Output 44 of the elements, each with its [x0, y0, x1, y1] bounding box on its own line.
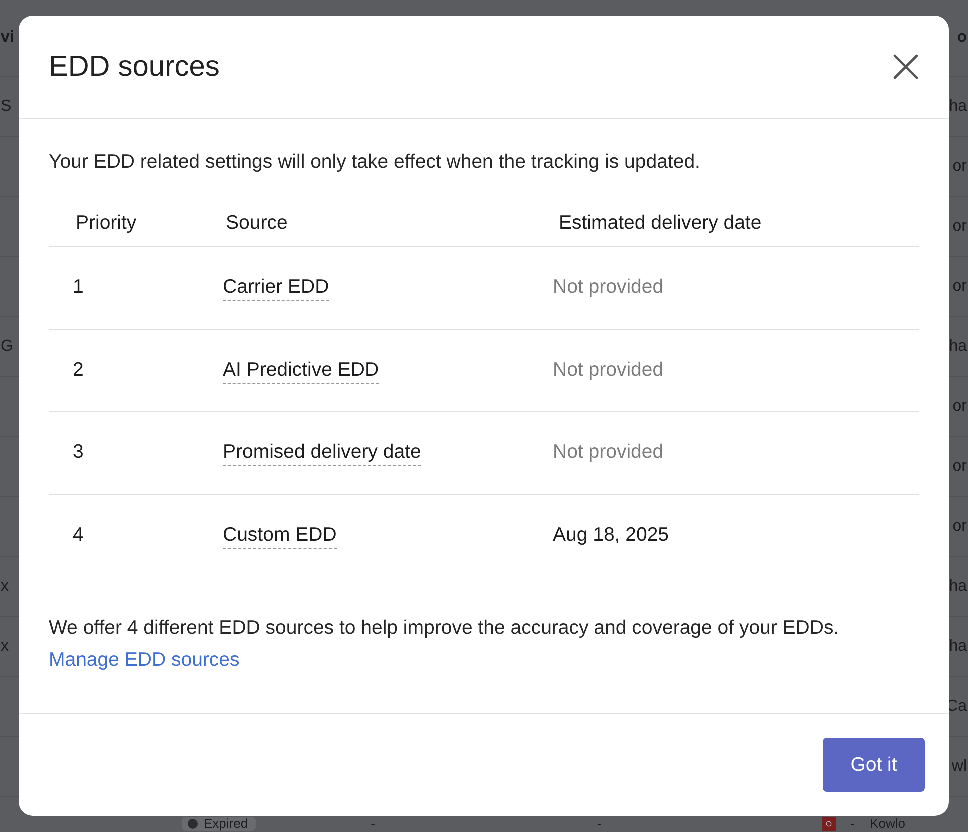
column-header: Source [225, 212, 289, 235]
priority-cell-text: 2 [72, 358, 85, 382]
column-header: Priority [75, 212, 138, 235]
column-header: o [957, 29, 968, 47]
table-cell: or [952, 518, 968, 536]
table-cell: Kowlo [870, 817, 906, 831]
table-cell: G [0, 338, 14, 356]
priority-cell-text: 1 [72, 276, 85, 300]
priority-cell-text: 3 [72, 441, 85, 464]
table-cell: x [0, 578, 9, 596]
dialog-title: EDD sources [49, 50, 220, 84]
flag-icon [822, 817, 836, 831]
table-cell: or [952, 398, 968, 416]
manage-link[interactable]: Manage EDD sources [49, 649, 240, 671]
column-header: Estimated delivery date [558, 212, 763, 235]
table-cell: or [952, 458, 968, 476]
close-button[interactable] [893, 54, 919, 80]
date-cell-text: Not provided [553, 441, 665, 464]
table-cell: - [850, 817, 856, 831]
table-cell: S [0, 98, 12, 116]
source-label: AI Predictive EDD [223, 358, 380, 384]
got-it-button[interactable]: Got it [823, 738, 925, 792]
table-cell: ha [949, 578, 968, 596]
source-label: Custom EDD [223, 524, 337, 549]
table-cell: ha [949, 638, 968, 656]
date-cell-text: Not provided [553, 358, 665, 382]
priority-cell-text: 4 [72, 524, 85, 547]
column-header: vi [0, 29, 14, 47]
description-text: We offer 4 different EDD sources to help improve the accuracy and coverage of your EDDs. Manage EDD sources [49, 616, 840, 673]
info-text: Your EDD related settings will only take effect when the tracking is updated. [49, 151, 702, 174]
table-cell: ha [949, 98, 968, 116]
table-cell: - [371, 817, 376, 831]
table-cell: or [952, 158, 968, 176]
table-cell: wl [952, 758, 968, 776]
date-cell-text: Not provided [553, 276, 665, 300]
table-cell: x [0, 638, 9, 656]
table-cell: or [952, 218, 968, 236]
status-badge: Expired [182, 817, 256, 831]
date-cell-text: Aug 18, 2025 [553, 524, 670, 547]
table-cell: or [952, 278, 968, 296]
table-cell: - [597, 817, 602, 831]
source-label: Carrier EDD [223, 276, 330, 302]
source-label: Promised delivery date [223, 441, 422, 466]
table-cell: ha [949, 338, 968, 356]
